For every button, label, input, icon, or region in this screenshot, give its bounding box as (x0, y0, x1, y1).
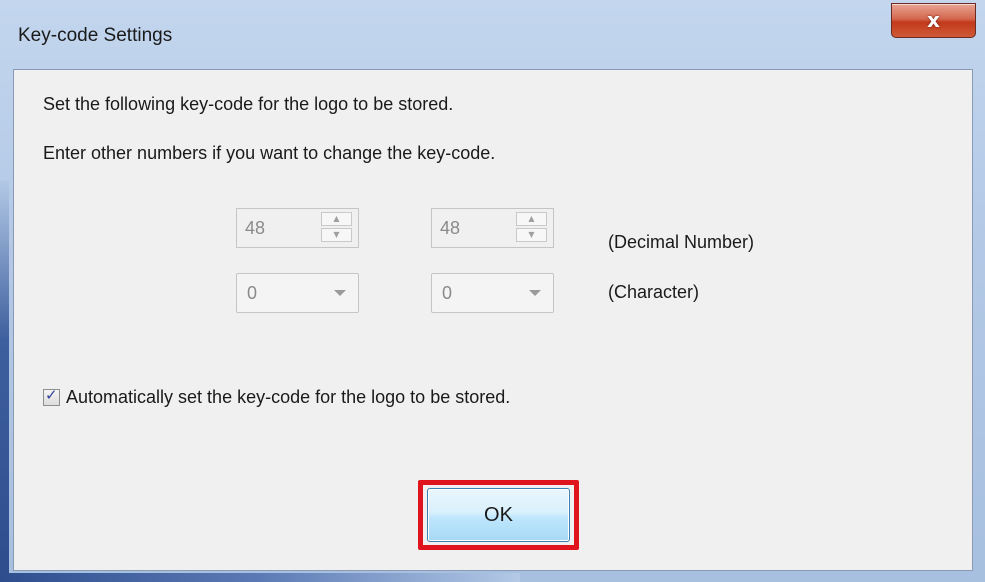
spinner-arrows: ▲ ▼ (321, 212, 354, 244)
close-button[interactable]: x (891, 3, 976, 38)
auto-keycode-label[interactable]: Automatically set the key-code for the l… (66, 387, 510, 408)
auto-keycode-checkbox[interactable]: ✓ (43, 386, 60, 406)
chevron-down-icon (529, 290, 541, 296)
spin-down-icon[interactable]: ▼ (321, 228, 352, 242)
instruction-line-1: Set the following key-code for the logo … (43, 94, 454, 114)
window-border-accent (0, 180, 9, 580)
close-icon: x (927, 8, 940, 32)
window-title: Key-code Settings (18, 25, 173, 46)
decimal-spinner-1[interactable]: 48 ▲ ▼ (236, 208, 359, 248)
instruction-line-2: Enter other numbers if you want to chang… (43, 143, 496, 163)
spin-up-icon[interactable]: ▲ (321, 212, 352, 226)
title-bar[interactable]: Key-code Settings x (0, 0, 985, 64)
character-value-2: 0 (442, 283, 453, 303)
ok-button[interactable]: OK (427, 488, 570, 542)
spin-up-icon[interactable]: ▲ (516, 212, 547, 226)
decimal-spinner-2[interactable]: 48 ▲ ▼ (431, 208, 554, 248)
spin-down-icon[interactable]: ▼ (516, 228, 547, 242)
decimal-number-label: (Decimal Number) (608, 232, 755, 252)
character-select-2[interactable]: 0 (431, 273, 554, 313)
character-select-1[interactable]: 0 (236, 273, 359, 313)
decimal-value-1: 48 (245, 218, 266, 238)
window-border-accent-bottom (0, 573, 520, 582)
chevron-down-icon (334, 290, 346, 296)
checkmark-icon: ✓ (45, 386, 58, 404)
character-value-1: 0 (247, 283, 258, 303)
decimal-value-2: 48 (440, 218, 461, 238)
character-label: (Character) (608, 282, 700, 302)
spinner-arrows: ▲ ▼ (516, 212, 549, 244)
